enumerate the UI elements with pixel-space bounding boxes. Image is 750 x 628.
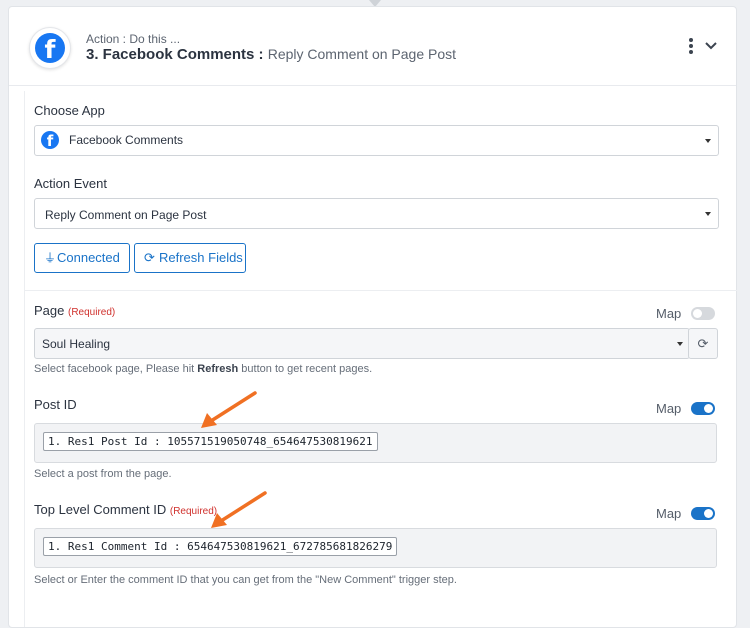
refresh-icon: ⟳ xyxy=(697,336,709,351)
post-id-mapped-chip[interactable]: 1. Res1 Post Id : 105571519050748_654647… xyxy=(43,432,378,451)
action-event-select[interactable]: Reply Comment on Page Post xyxy=(34,198,719,229)
page-select[interactable]: Soul Healing xyxy=(34,328,690,359)
facebook-icon: f xyxy=(41,131,59,149)
connected-button[interactable]: ⏚ Connected xyxy=(34,243,130,273)
post-id-label: Post ID xyxy=(34,397,77,412)
dropdown-caret-icon xyxy=(705,212,711,216)
page-help-text: Select facebook page, Please hit Refresh… xyxy=(34,363,373,375)
action-label: Action : Do this ... xyxy=(86,32,181,46)
divider xyxy=(25,290,737,291)
action-step-card: f Action : Do this ... 3. Facebook Comme… xyxy=(8,6,737,628)
comment-id-help-text: Select or Enter the comment ID that you … xyxy=(34,574,457,586)
choose-app-value: Facebook Comments xyxy=(69,133,184,147)
connected-button-label: Connected xyxy=(57,250,120,265)
refresh-fields-button[interactable]: ⟳ Refresh Fields xyxy=(134,243,246,273)
comment-id-map-label: Map xyxy=(656,506,682,521)
post-id-help-text: Select a post from the page. xyxy=(34,468,172,480)
step-body: Choose App f Facebook Comments Action Ev… xyxy=(24,91,737,627)
comment-id-map-toggle[interactable] xyxy=(691,507,715,520)
step-app-name: 3. Facebook Comments : xyxy=(86,46,268,63)
step-title: 3. Facebook Comments : Reply Comment on … xyxy=(86,46,456,63)
comment-id-label: Top Level Comment ID (Required) xyxy=(34,502,218,517)
page-label: Page (Required) xyxy=(34,303,116,318)
post-id-map-toggle[interactable] xyxy=(691,402,715,415)
page-map-label: Map xyxy=(656,306,682,321)
app-logo: f xyxy=(29,27,71,69)
action-event-value: Reply Comment on Page Post xyxy=(45,208,207,222)
dropdown-caret-icon xyxy=(705,139,711,143)
comment-id-mapped-chip[interactable]: 1. Res1 Comment Id : 654647530819621_672… xyxy=(43,537,398,556)
choose-app-label: Choose App xyxy=(34,103,105,118)
refresh-icon: ⟳ xyxy=(144,250,155,265)
more-options-icon[interactable] xyxy=(689,38,695,54)
page-select-value: Soul Healing xyxy=(42,337,111,351)
refresh-fields-button-label: Refresh Fields xyxy=(159,250,243,265)
comment-id-mapping-field[interactable]: 1. Res1 Comment Id : 654647530819621_672… xyxy=(34,528,717,568)
action-event-label: Action Event xyxy=(34,176,107,191)
post-id-map-label: Map xyxy=(656,401,682,416)
chevron-down-icon[interactable] xyxy=(705,40,717,52)
page-refresh-button[interactable]: ⟳ xyxy=(688,328,718,359)
step-header[interactable]: f Action : Do this ... 3. Facebook Comme… xyxy=(9,7,736,86)
annotation-arrow-icon xyxy=(201,391,257,428)
choose-app-select[interactable]: f Facebook Comments xyxy=(34,125,719,156)
annotation-arrow-icon xyxy=(211,491,267,528)
post-id-mapping-field[interactable]: 1. Res1 Post Id : 105571519050748_654647… xyxy=(34,423,717,463)
plug-icon: ⏚ xyxy=(44,251,57,265)
step-event-name: Reply Comment on Page Post xyxy=(267,46,457,62)
required-tag: (Required) xyxy=(68,307,116,318)
page-map-toggle[interactable] xyxy=(691,307,715,320)
facebook-icon: f xyxy=(35,33,65,63)
dropdown-caret-icon xyxy=(677,342,683,346)
